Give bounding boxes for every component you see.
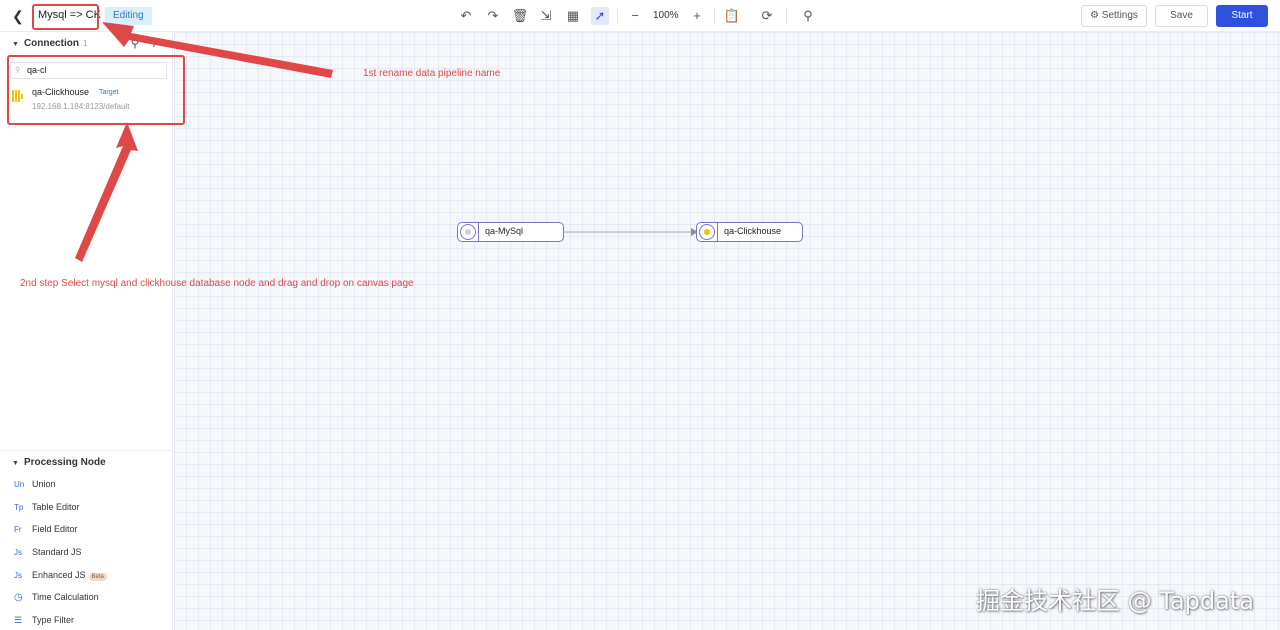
annotation-arrow-icon [102, 22, 333, 78]
annotation-arrow-icon [75, 122, 138, 262]
annotation-step2: 2nd step Select mysql and clickhouse dat… [20, 278, 414, 289]
annotation-step1: 1st rename data pipeline name [363, 68, 501, 79]
annotation-arrows [75, 22, 333, 262]
watermark: 掘金技术社区 @ Tapdata [976, 587, 1254, 615]
